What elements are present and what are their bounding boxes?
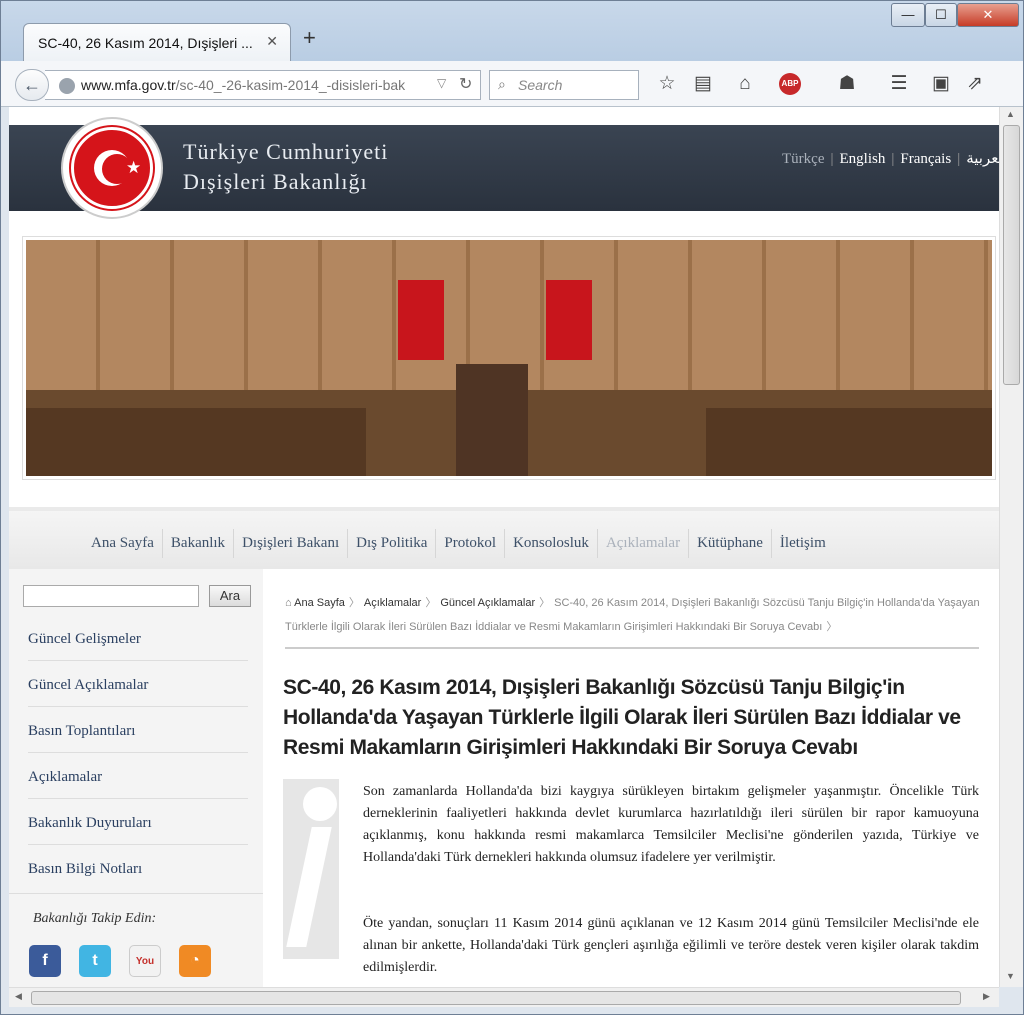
turkish-flag-right [546,280,592,360]
lang-arabic[interactable]: العربية [963,151,999,167]
info-watermark-dot [303,787,337,821]
breadcrumb-guncel-aciklamalar[interactable]: Güncel Açıklamalar [440,597,535,609]
scroll-up-icon[interactable]: ▲ [1006,109,1015,119]
sidebar-search-input[interactable] [23,585,199,607]
search-box[interactable]: ⌕ Search [489,70,639,100]
menu-item-aciklamalar[interactable]: Açıklamalar [598,529,690,558]
youtube-icon[interactable]: You [129,945,161,977]
menu-item-konsolosluk[interactable]: Konsolosluk [505,529,598,558]
sidebar-item-basin-bilgi-notlari[interactable]: Basın Bilgi Notları [28,861,248,890]
minimize-button[interactable]: — [891,3,925,27]
chevron-right-icon: 〉 [348,597,360,609]
reload-icon[interactable]: ↻ [459,74,472,94]
extension-icon[interactable]: ▣ [929,72,953,96]
sidebar-item-aciklamalar[interactable]: Açıklamalar [28,769,248,799]
lang-separator: | [830,151,834,167]
browser-navbar: www.mfa.gov.tr/sc-40_-26-kasim-2014_-dis… [1,61,1023,107]
home-icon[interactable]: ⌂ [285,597,292,609]
content-divider [285,647,979,649]
menu-item-iletisim[interactable]: İletişim [772,529,834,558]
sidebar-item-basin-toplantilari[interactable]: Basın Toplantıları [28,723,248,753]
menu-item-protokol[interactable]: Protokol [436,529,506,558]
horizontal-scrollbar[interactable]: ◀ ▶ [9,987,999,1007]
back-button[interactable]: ← [15,69,49,101]
browser-tab[interactable]: SC-40, 26 Kasım 2014, Dışişleri ... ✕ [23,23,291,61]
horizontal-scroll-thumb[interactable] [31,991,961,1005]
close-window-button[interactable]: ✕ [957,3,1019,27]
article-paragraph-1: Son zamanlarda Hollanda'da bizi kaygıya … [363,784,979,865]
facebook-icon[interactable]: f [29,945,61,977]
bookmarks-list-icon[interactable]: ▤ [691,72,715,96]
vertical-scroll-thumb[interactable] [1003,125,1020,385]
scroll-left-icon[interactable]: ◀ [15,991,22,1002]
sidebar-item-bakanlik-duyurulari[interactable]: Bakanlık Duyuruları [28,815,248,845]
lang-separator: | [957,151,961,167]
url-path: /sc-40_-26-kasim-2014_-disisleri-bak [175,77,406,93]
star-icon: ★ [126,158,142,177]
search-icon: ⌕ [498,76,506,92]
press-briefing-banner [22,236,996,480]
menu-item-bakanlik[interactable]: Bakanlık [163,529,235,558]
twitter-icon[interactable]: t [79,945,111,977]
press-table-right [706,408,992,476]
press-table-left [26,408,366,476]
sidebar-item-guncel-gelismeler[interactable]: Güncel Gelişmeler [28,631,248,661]
main-menu: Ana Sayfa Bakanlık Dışişleri Bakanı Dış Pol… [9,507,999,569]
browser-titlebar: SC-40, 26 Kasım 2014, Dışişleri ... ✕ + … [1,1,1023,61]
share-icon[interactable]: ⇗ [963,72,987,96]
bookmark-star-icon[interactable]: ☆ [655,72,679,96]
language-switcher: Türkçe|English|Français|العربية [779,149,999,168]
url-domain: www.mfa.gov.tr [81,77,176,93]
scroll-right-icon[interactable]: ▶ [983,991,990,1002]
rss-icon[interactable]: ◔ [179,945,211,977]
lang-french[interactable]: Français [897,151,954,167]
lang-separator: | [891,151,895,167]
back-arrow-icon: ← [23,75,41,95]
new-tab-button[interactable]: + [303,27,316,49]
breadcrumb: ⌂ Ana Sayfa 〉 Açıklamalar 〉 Güncel Açıklamal… [285,591,985,639]
chevron-right-icon: 〉 [425,597,437,609]
close-tab-icon[interactable]: ✕ [266,33,278,50]
org-name-line1: Türkiye Cumhuriyeti [183,139,389,164]
scroll-down-icon[interactable]: ▼ [1006,971,1015,981]
menu-item-kutuphane[interactable]: Kütüphane [689,529,772,558]
globe-icon [59,78,75,94]
sidebar: Ara Güncel Gelişmeler Güncel Açıklamalar… [9,569,263,987]
lang-turkish[interactable]: Türkçe [779,151,827,167]
menu-item-ana-sayfa[interactable]: Ana Sayfa [83,529,163,558]
follow-label: Bakanlığı Takip Edin: [33,911,157,926]
article-paragraph-2: Öte yandan, sonuçları 11 Kasım 2014 günü… [363,916,979,975]
home-icon[interactable]: ⌂ [733,72,757,96]
menu-item-dis-politika[interactable]: Dış Politika [348,529,437,558]
sidebar-divider [9,893,263,894]
menu-item-disisleri-bakani[interactable]: Dışişleri Bakanı [234,529,349,558]
web-page: ★ Türkiye Cumhuriyeti Dışişleri Bakanlığ… [9,107,999,987]
breadcrumb-home[interactable]: Ana Sayfa [294,597,345,609]
sidebar-item-guncel-aciklamalar[interactable]: Güncel Açıklamalar [28,677,248,707]
podium [456,364,528,476]
chevron-right-icon: 〉 [539,597,551,609]
tab-title: SC-40, 26 Kasım 2014, Dışişleri ... [38,35,253,51]
browser-window: SC-40, 26 Kasım 2014, Dışişleri ... ✕ + … [0,0,1024,1015]
turkish-flag-left [398,280,444,360]
menu-items: Ana Sayfa Bakanlık Dışişleri Bakanı Dış Pol… [83,529,834,558]
menu-icon[interactable]: ☰ [887,72,911,96]
sidebar-search-button[interactable]: Ara [209,585,251,607]
ministry-seal-logo[interactable]: ★ [61,117,163,219]
url-text: www.mfa.gov.tr/sc-40_-26-kasim-2014_-dis… [81,77,405,93]
breadcrumb-aciklamalar[interactable]: Açıklamalar [364,597,421,609]
adblock-icon[interactable]: ABP [779,73,801,95]
vertical-scrollbar[interactable]: ▲ ▼ [999,107,1023,987]
maximize-button[interactable]: ☐ [925,3,957,27]
seal-inner: ★ [71,127,153,209]
lang-english[interactable]: English [837,151,889,167]
search-placeholder: Search [518,77,563,93]
dropdown-arrow-icon[interactable]: ▽ [437,76,446,90]
url-bar[interactable]: www.mfa.gov.tr/sc-40_-26-kasim-2014_-dis… [45,70,481,100]
article-title: SC-40, 26 Kasım 2014, Dışişleri Bakanlığ… [283,676,961,759]
chevron-right-icon: 〉 [826,621,838,633]
site-header: ★ Türkiye Cumhuriyeti Dışişleri Bakanlığ… [9,117,999,219]
org-name-line2: Dışişleri Bakanlığı [183,169,368,194]
ghostery-icon[interactable]: ☗ [835,72,859,96]
